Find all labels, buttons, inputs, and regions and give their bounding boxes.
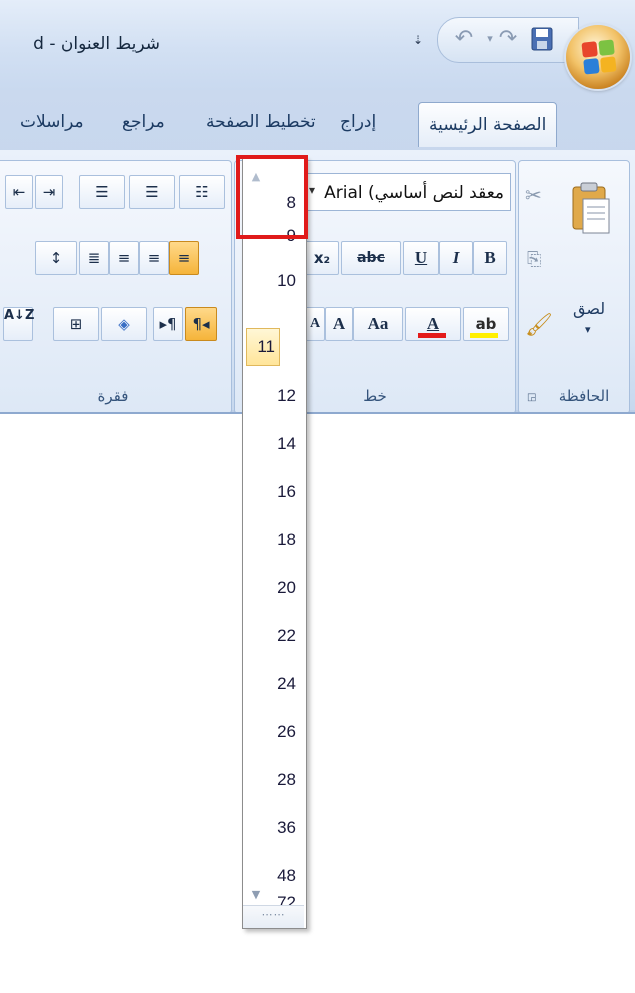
- font-size-dropdown: ▲ ▼ 8 9 10 11 12 14 16 18 20 22 24 26 28…: [242, 157, 307, 929]
- tab-mailings[interactable]: مراسلات: [20, 112, 84, 132]
- office-button[interactable]: [566, 25, 630, 89]
- font-size-option-12[interactable]: 12: [243, 376, 304, 416]
- font-size-option-16[interactable]: 16: [243, 472, 304, 512]
- bullets-button[interactable]: ☷: [179, 175, 225, 209]
- office-logo-icon: [581, 39, 617, 75]
- resize-grip[interactable]: ⋯⋯: [243, 905, 304, 928]
- font-size-option-26[interactable]: 26: [243, 712, 304, 752]
- font-size-option-36[interactable]: 36: [243, 808, 304, 848]
- paragraph-group-label: فقرة: [97, 387, 129, 405]
- decrease-indent-button[interactable]: ⇤: [5, 175, 33, 209]
- red-highlight-box: [236, 155, 308, 239]
- font-size-option-10[interactable]: 10: [243, 261, 304, 301]
- borders-button[interactable]: ⊞: [53, 307, 99, 341]
- copy-icon[interactable]: ⎘: [527, 249, 541, 270]
- title-bar: شريط العنوان - d ⇣ ↶ ▾ ↷: [0, 0, 635, 90]
- font-size-option-18[interactable]: 18: [243, 520, 304, 560]
- grow-font-button[interactable]: A: [325, 307, 353, 341]
- highlight-color-bar: [470, 333, 498, 338]
- center-button[interactable]: ≡: [139, 241, 169, 275]
- font-size-option-22[interactable]: 22: [243, 616, 304, 656]
- font-size-option-24[interactable]: 24: [243, 664, 304, 704]
- bold-button[interactable]: B: [473, 241, 507, 275]
- clipboard-group-label: الحافظة: [558, 387, 610, 405]
- paste-icon[interactable]: [571, 181, 613, 265]
- word-window: شريط العنوان - d ⇣ ↶ ▾ ↷ الصفحة الرئيسية…: [0, 0, 635, 414]
- save-icon[interactable]: [530, 27, 554, 53]
- highlight-button[interactable]: ab: [463, 307, 509, 341]
- undo-icon[interactable]: ↶: [452, 26, 476, 52]
- window-title: شريط العنوان - d: [33, 34, 160, 54]
- increase-indent-button[interactable]: ⇥: [35, 175, 63, 209]
- font-size-option-28[interactable]: 28: [243, 760, 304, 800]
- ltr-button[interactable]: ▸¶: [153, 307, 183, 341]
- rtl-button[interactable]: ¶◂: [185, 307, 217, 341]
- tab-insert[interactable]: إدراج: [340, 112, 376, 132]
- font-color-bar: [418, 333, 446, 338]
- sort-icon: A↓Z: [4, 308, 35, 323]
- shrink-font-button[interactable]: A: [305, 307, 325, 341]
- format-painter-icon[interactable]: 🖌: [525, 313, 553, 338]
- line-spacing-button[interactable]: ↕: [35, 241, 77, 275]
- font-size-option-11[interactable]: 11: [246, 328, 280, 366]
- clipboard-group: لصق ▾ ✂ ⎘ 🖌 ◲ الحافظة: [518, 160, 630, 412]
- font-color-icon: A: [426, 314, 440, 333]
- redo-icon[interactable]: ↷: [496, 26, 520, 52]
- align-right-button[interactable]: ≡: [169, 241, 199, 275]
- quick-access-toolbar: ↶ ▾ ↷: [437, 17, 579, 63]
- font-name-combo[interactable]: معقد لنص أساسي) Arial: [305, 173, 511, 211]
- tab-references[interactable]: مراجع: [122, 112, 165, 132]
- paste-dropdown-icon[interactable]: ▾: [585, 323, 591, 336]
- font-size-option-20[interactable]: 20: [243, 568, 304, 608]
- font-color-button[interactable]: A: [405, 307, 461, 341]
- sort-button[interactable]: A↓Z: [3, 307, 35, 341]
- paste-label[interactable]: لصق: [573, 299, 605, 318]
- strikethrough-button[interactable]: abc: [341, 241, 401, 275]
- ribbon-tabs: الصفحة الرئيسية إدراج تخطيط الصفحة مراجع…: [0, 98, 635, 151]
- paragraph-group: ⇤ ⇥ ☰ ☰ ☷ ↕ ≣ ≡ ≡ ≡ A↓Z ⊞ ◈ ▸¶ ¶◂ فقرة: [0, 160, 232, 412]
- align-left-button[interactable]: ≡: [109, 241, 139, 275]
- underline-button[interactable]: U: [403, 241, 439, 275]
- shading-button[interactable]: ◈: [101, 307, 147, 341]
- tab-page-layout[interactable]: تخطيط الصفحة: [206, 112, 316, 132]
- italic-button[interactable]: I: [439, 241, 473, 275]
- font-size-option-14[interactable]: 14: [243, 424, 304, 464]
- tab-home[interactable]: الصفحة الرئيسية: [418, 102, 558, 147]
- ribbon-body: لصق ▾ ✂ ⎘ 🖌 ◲ الحافظة معقد لنص أساسي) Ar…: [0, 150, 635, 412]
- font-name-dropdown-icon[interactable]: ▾: [309, 183, 315, 197]
- cut-icon[interactable]: ✂: [525, 183, 542, 207]
- multilevel-list-button[interactable]: ☰: [79, 175, 125, 209]
- change-case-button[interactable]: Aa: [353, 307, 403, 341]
- numbering-button[interactable]: ☰: [129, 175, 175, 209]
- subscript-button[interactable]: x₂: [305, 241, 339, 275]
- justify-button[interactable]: ≣: [79, 241, 109, 275]
- qat-customize-icon[interactable]: ⇣: [413, 33, 423, 47]
- highlight-icon: ab: [475, 315, 497, 333]
